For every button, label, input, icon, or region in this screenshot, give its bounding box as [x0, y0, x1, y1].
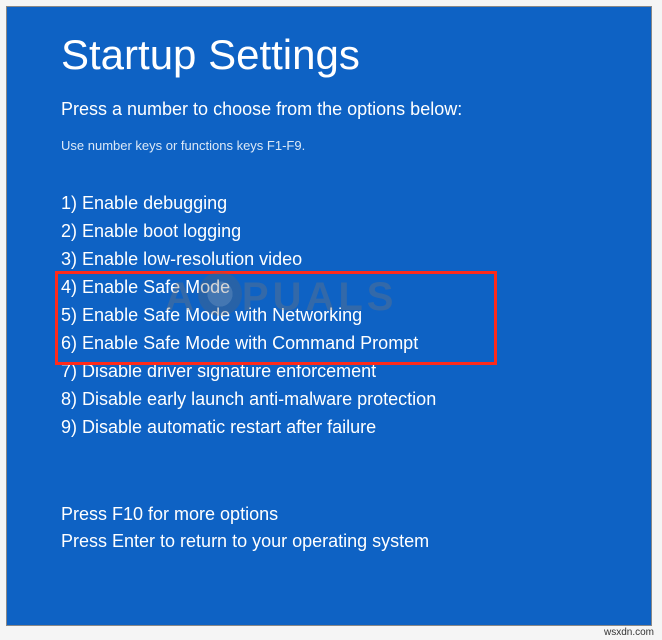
option-7[interactable]: 7) Disable driver signature enforcement: [61, 357, 651, 385]
option-number: 6): [61, 333, 77, 353]
hint-text: Use number keys or functions keys F1-F9.: [61, 138, 651, 153]
option-number: 7): [61, 361, 77, 381]
option-label: Enable Safe Mode with Command Prompt: [82, 333, 418, 353]
option-5[interactable]: 5) Enable Safe Mode with Networking: [61, 301, 651, 329]
option-8[interactable]: 8) Disable early launch anti-malware pro…: [61, 385, 651, 413]
option-label: Enable Safe Mode with Networking: [82, 305, 362, 325]
option-number: 2): [61, 221, 77, 241]
page-title: Startup Settings: [61, 31, 651, 79]
option-label: Enable Safe Mode: [82, 277, 230, 297]
startup-settings-screen: Startup Settings Press a number to choos…: [6, 6, 652, 626]
option-label: Enable boot logging: [82, 221, 241, 241]
option-number: 8): [61, 389, 77, 409]
option-label: Disable early launch anti-malware protec…: [82, 389, 436, 409]
option-label: Disable driver signature enforcement: [82, 361, 376, 381]
option-2[interactable]: 2) Enable boot logging: [61, 217, 651, 245]
option-label: Enable debugging: [82, 193, 227, 213]
attribution-text: wsxdn.com: [604, 627, 654, 638]
footer-line-2: Press Enter to return to your operating …: [61, 528, 651, 555]
option-6[interactable]: 6) Enable Safe Mode with Command Prompt: [61, 329, 651, 357]
option-3[interactable]: 3) Enable low-resolution video: [61, 245, 651, 273]
option-number: 9): [61, 417, 77, 437]
option-label: Disable automatic restart after failure: [82, 417, 376, 437]
option-label: Enable low-resolution video: [82, 249, 302, 269]
options-list: 1) Enable debugging 2) Enable boot loggi…: [61, 189, 651, 441]
option-4[interactable]: 4) Enable Safe Mode: [61, 273, 651, 301]
footer-line-1: Press F10 for more options: [61, 501, 651, 528]
footer: Press F10 for more options Press Enter t…: [61, 501, 651, 555]
option-number: 1): [61, 193, 77, 213]
option-number: 4): [61, 277, 77, 297]
option-9[interactable]: 9) Disable automatic restart after failu…: [61, 413, 651, 441]
option-1[interactable]: 1) Enable debugging: [61, 189, 651, 217]
subtitle: Press a number to choose from the option…: [61, 99, 651, 120]
option-number: 5): [61, 305, 77, 325]
option-number: 3): [61, 249, 77, 269]
